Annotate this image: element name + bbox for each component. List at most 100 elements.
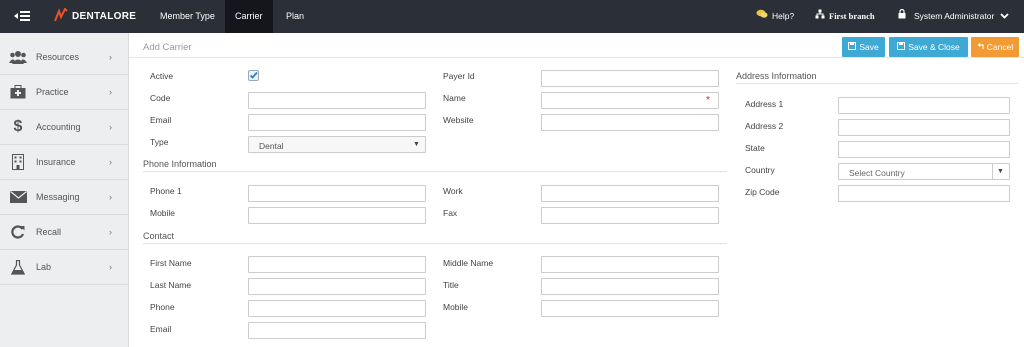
mobile-input[interactable] [248,207,426,224]
code-input[interactable] [248,92,426,109]
first-name-label: First Name [150,258,192,268]
middle-name-label: Middle Name [443,258,494,268]
tab-plan[interactable]: Plan [276,0,314,33]
sidebar-item-label: Recall [36,227,62,237]
state-label: State [745,143,765,153]
payer-id-label: Payer Id [443,71,475,81]
type-label: Type [150,137,169,147]
zip-code-input[interactable] [838,185,1010,202]
caret-down-icon: ▼ [997,168,1004,175]
last-name-label: Last Name [150,280,192,290]
chevron-down-icon [1000,0,1013,33]
cancel-button[interactable]: Cancel [971,37,1019,57]
middle-name-input[interactable] [541,256,719,273]
website-input[interactable] [541,114,719,131]
help-label: Help? [772,11,795,21]
branch-selector[interactable]: First branch [815,0,875,33]
sidebar-item-recall[interactable]: Recall › [0,215,129,250]
mobile-label: Mobile [150,208,176,218]
user-menu[interactable]: System Administrator [898,0,1013,33]
sidebar-item-label: Messaging [36,192,80,202]
active-checkbox[interactable] [248,70,259,81]
refresh-icon [0,225,36,239]
dollar-icon: $ [13,118,23,135]
fax-input[interactable] [541,207,719,224]
tab-carrier[interactable]: Carrier [225,0,273,33]
contact-phone-label: Phone [150,302,175,312]
phone1-input[interactable] [248,185,426,202]
state-input[interactable] [838,141,1010,158]
app-logo[interactable]: DENTALORE [54,7,137,25]
sidebar-item-label: Insurance [36,157,76,167]
address1-input[interactable] [838,97,1010,114]
tab-member-type[interactable]: Member Type [150,0,225,33]
help-link[interactable]: Help? [756,0,794,33]
phone1-label: Phone 1 [150,186,182,196]
country-select[interactable]: Select Country ▼ [838,163,1010,180]
users-icon [0,50,36,64]
payer-id-input[interactable] [541,70,719,87]
sidebar-item-messaging[interactable]: Messaging › [0,180,129,215]
main-content: Add Carrier Save Save & Close Cancel Act… [129,33,1024,347]
address-information-heading: Address Information [736,71,817,81]
sidebar-item-resources[interactable]: Resources › [0,40,129,75]
envelope-icon [0,191,36,203]
sidebar-item-insurance[interactable]: Insurance › [0,145,129,180]
chevron-right-icon: › [109,122,112,132]
title-input[interactable] [541,278,719,295]
title-label: Title [443,280,459,290]
zip-code-label: Zip Code [745,187,780,197]
email-label: Email [150,115,172,125]
chevron-right-icon: › [109,157,112,167]
sidebar-item-label: Lab [36,262,52,272]
contact-email-input[interactable] [248,322,426,339]
floppy-disk-icon [848,42,859,52]
sidebar-item-lab[interactable]: Lab › [0,250,129,285]
type-select-value: Dental [259,141,284,151]
save-close-button[interactable]: Save & Close [889,37,968,57]
address2-input[interactable] [838,119,1010,136]
work-input[interactable] [541,185,719,202]
undo-icon [977,42,987,52]
first-name-input[interactable] [248,256,426,273]
sidebar: Resources › Practice › $ Accounting › In… [0,33,129,347]
code-label: Code [150,93,171,103]
name-input[interactable]: * [541,92,719,109]
save-button[interactable]: Save [842,37,885,57]
chevron-right-icon: › [109,262,112,272]
chevron-right-icon: › [109,87,112,97]
caret-down-icon: ▼ [413,141,420,148]
select-divider [992,164,993,179]
sidebar-item-practice[interactable]: Practice › [0,75,129,110]
chevron-right-icon: › [109,227,112,237]
contact-mobile-input[interactable] [541,300,719,317]
sitemap-icon [815,0,829,33]
contact-email-label: Email [150,324,172,334]
address2-label: Address 2 [745,121,784,131]
sidebar-item-accounting[interactable]: $ Accounting › [0,110,129,145]
floppy-disk-icon [897,42,908,52]
chat-bubbles-icon [756,0,772,33]
website-label: Website [443,115,474,125]
email-input[interactable] [248,114,426,131]
fax-label: Fax [443,208,458,218]
name-label: Name [443,93,466,103]
address1-label: Address 1 [745,99,784,109]
logo-mark-icon [54,7,68,25]
building-icon [0,154,36,170]
section-divider [143,171,727,172]
type-select[interactable]: Dental ▼ [248,136,426,153]
chevron-right-icon: › [109,192,112,202]
menu-toggle-icon[interactable] [14,10,30,22]
branch-label: First branch [829,11,875,21]
contact-phone-input[interactable] [248,300,426,317]
logo-text: DENTALORE [72,11,137,22]
flask-icon [0,259,36,275]
country-label: Country [745,165,775,175]
sidebar-item-label: Accounting [36,122,81,132]
contact-mobile-label: Mobile [443,302,469,312]
sidebar-item-label: Resources [36,52,80,62]
medical-kit-icon [0,85,36,99]
last-name-input[interactable] [248,278,426,295]
page-title: Add Carrier [143,42,192,53]
